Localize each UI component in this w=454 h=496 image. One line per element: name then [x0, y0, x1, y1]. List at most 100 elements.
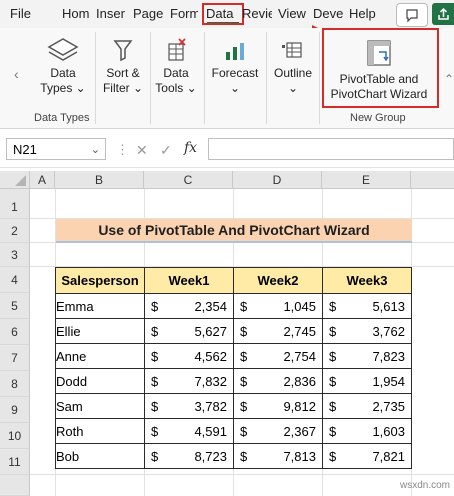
- forecast-label-1: Forecast: [211, 66, 259, 80]
- row-header-10[interactable]: 10: [0, 423, 30, 449]
- currency-symbol: $: [240, 299, 248, 314]
- sales-value-cell[interactable]: $2,367: [233, 418, 323, 444]
- sales-value: 9,812: [283, 399, 316, 414]
- sales-value-cell[interactable]: $4,591: [144, 418, 234, 444]
- salesperson-cell[interactable]: Sam: [55, 393, 145, 419]
- sales-value: 7,813: [283, 449, 316, 464]
- ribbon-separator: [95, 32, 96, 124]
- row-header-7[interactable]: 7: [0, 345, 30, 371]
- row-header-3[interactable]: 3: [0, 243, 30, 267]
- salesperson-cell[interactable]: Anne: [55, 343, 145, 369]
- currency-symbol: $: [329, 374, 337, 389]
- column-header-c[interactable]: C: [144, 171, 233, 189]
- formula-more-icon[interactable]: ⋮: [116, 142, 129, 158]
- cancel-icon[interactable]: ✕: [136, 142, 148, 159]
- sales-value-cell[interactable]: $5,613: [322, 293, 412, 319]
- row-header-6[interactable]: 6: [0, 319, 30, 345]
- row-header-1[interactable]: 1: [0, 189, 30, 219]
- sales-value-cell[interactable]: $2,836: [233, 368, 323, 394]
- sales-value-cell[interactable]: $7,821: [322, 443, 412, 469]
- formula-input[interactable]: [208, 138, 454, 160]
- outline-button[interactable]: Outline ⌄: [270, 36, 316, 96]
- currency-symbol: $: [151, 424, 159, 439]
- salesperson-cell[interactable]: Roth: [55, 418, 145, 444]
- data-tools-button[interactable]: Data Tools ⌄: [153, 36, 199, 96]
- outline-label-1: Outline: [273, 66, 313, 80]
- data-tools-icon: [168, 38, 186, 61]
- sales-value: 7,821: [372, 449, 405, 464]
- currency-symbol: $: [240, 424, 248, 439]
- data-types-button[interactable]: Data Types ⌄: [34, 36, 92, 96]
- sales-value: 2,367: [283, 424, 316, 439]
- table-row: Ellie $5,627 $2,745 $3,762: [55, 318, 412, 344]
- table-row: Sam $3,782 $9,812 $2,735: [55, 393, 412, 419]
- row-header-5[interactable]: 5: [0, 293, 30, 319]
- select-all-corner[interactable]: [0, 171, 30, 189]
- sheet-title-cell[interactable]: Use of PivotTable And PivotChart Wizard: [56, 219, 412, 243]
- salesperson-cell[interactable]: Ellie: [55, 318, 145, 344]
- sales-value-cell[interactable]: $1,954: [322, 368, 412, 394]
- row-header-9[interactable]: 9: [0, 397, 30, 423]
- header-salesperson[interactable]: Salesperson: [55, 267, 145, 294]
- sales-value: 2,836: [283, 374, 316, 389]
- row-header-2[interactable]: 2: [0, 219, 30, 243]
- data-types-label-2: Types ⌄: [40, 81, 86, 95]
- salesperson-cell[interactable]: Bob: [55, 443, 145, 469]
- sort-filter-button[interactable]: Sort & Filter ⌄: [100, 36, 146, 96]
- insert-function-icon[interactable]: fx: [184, 140, 197, 156]
- sales-value-cell[interactable]: $7,823: [322, 343, 412, 369]
- row-header-4[interactable]: 4: [0, 267, 30, 293]
- row-header-11[interactable]: 11: [0, 449, 30, 475]
- row-header-12[interactable]: [0, 475, 30, 496]
- sales-value-cell[interactable]: $7,832: [144, 368, 234, 394]
- forecast-button[interactable]: Forecast ⌄: [208, 36, 262, 96]
- salesperson-cell[interactable]: Dodd: [55, 368, 145, 394]
- sales-value-cell[interactable]: $2,354: [144, 293, 234, 319]
- column-header-e[interactable]: E: [322, 171, 411, 189]
- sort-filter-label-1: Sort &: [106, 66, 140, 80]
- name-box[interactable]: N21 ⌄: [6, 138, 106, 160]
- sales-value-cell[interactable]: $9,812: [233, 393, 323, 419]
- group-label-data-types: Data Types: [34, 112, 90, 124]
- column-header-a[interactable]: A: [30, 171, 55, 189]
- sales-value-cell[interactable]: $4,562: [144, 343, 234, 369]
- column-header-f[interactable]: [411, 171, 454, 189]
- currency-symbol: $: [240, 324, 248, 339]
- table-row: Anne $4,562 $2,754 $7,823: [55, 343, 412, 369]
- table-row: Emma $2,354 $1,045 $5,613: [55, 293, 412, 319]
- sales-value-cell[interactable]: $5,627: [144, 318, 234, 344]
- data-tools-label-2: Tools ⌄: [155, 81, 197, 95]
- group-label-new-group: New Group: [350, 112, 406, 124]
- sales-value-cell[interactable]: $7,813: [233, 443, 323, 469]
- sales-value-cell[interactable]: $2,735: [322, 393, 412, 419]
- sales-value: 1,603: [372, 424, 405, 439]
- sales-value-cell[interactable]: $1,603: [322, 418, 412, 444]
- salesperson-cell[interactable]: Emma: [55, 293, 145, 319]
- ribbon-scroll-left-icon[interactable]: ‹: [14, 66, 19, 82]
- row-header-8[interactable]: 8: [0, 371, 30, 397]
- column-header-d[interactable]: D: [233, 171, 322, 189]
- ribbon-separator: [204, 32, 205, 124]
- ribbon-separator: [150, 32, 151, 124]
- currency-symbol: $: [151, 449, 159, 464]
- table-row: Dodd $7,832 $2,836 $1,954: [55, 368, 412, 394]
- outline-label-2: ⌄: [287, 81, 299, 95]
- header-week3[interactable]: Week3: [322, 267, 412, 294]
- sales-value-cell[interactable]: $2,745: [233, 318, 323, 344]
- ribbon-collapse-icon[interactable]: ⌃: [444, 72, 454, 86]
- sales-table: Salesperson Week1 Week2 Week3 Emma $2,354…: [55, 267, 412, 469]
- enter-icon[interactable]: ✓: [160, 142, 172, 159]
- sales-value: 4,591: [194, 424, 227, 439]
- currency-symbol: $: [329, 424, 337, 439]
- table-row: Bob $8,723 $7,813 $7,821: [55, 443, 412, 469]
- data-types-icon: [47, 38, 79, 61]
- sales-value-cell[interactable]: $2,754: [233, 343, 323, 369]
- column-header-b[interactable]: B: [55, 171, 144, 189]
- header-week1[interactable]: Week1: [144, 267, 234, 294]
- header-week2[interactable]: Week2: [233, 267, 323, 294]
- sales-value-cell[interactable]: $1,045: [233, 293, 323, 319]
- name-box-dropdown-icon[interactable]: ⌄: [91, 139, 100, 161]
- sales-value-cell[interactable]: $8,723: [144, 443, 234, 469]
- sales-value-cell[interactable]: $3,762: [322, 318, 412, 344]
- sales-value-cell[interactable]: $3,782: [144, 393, 234, 419]
